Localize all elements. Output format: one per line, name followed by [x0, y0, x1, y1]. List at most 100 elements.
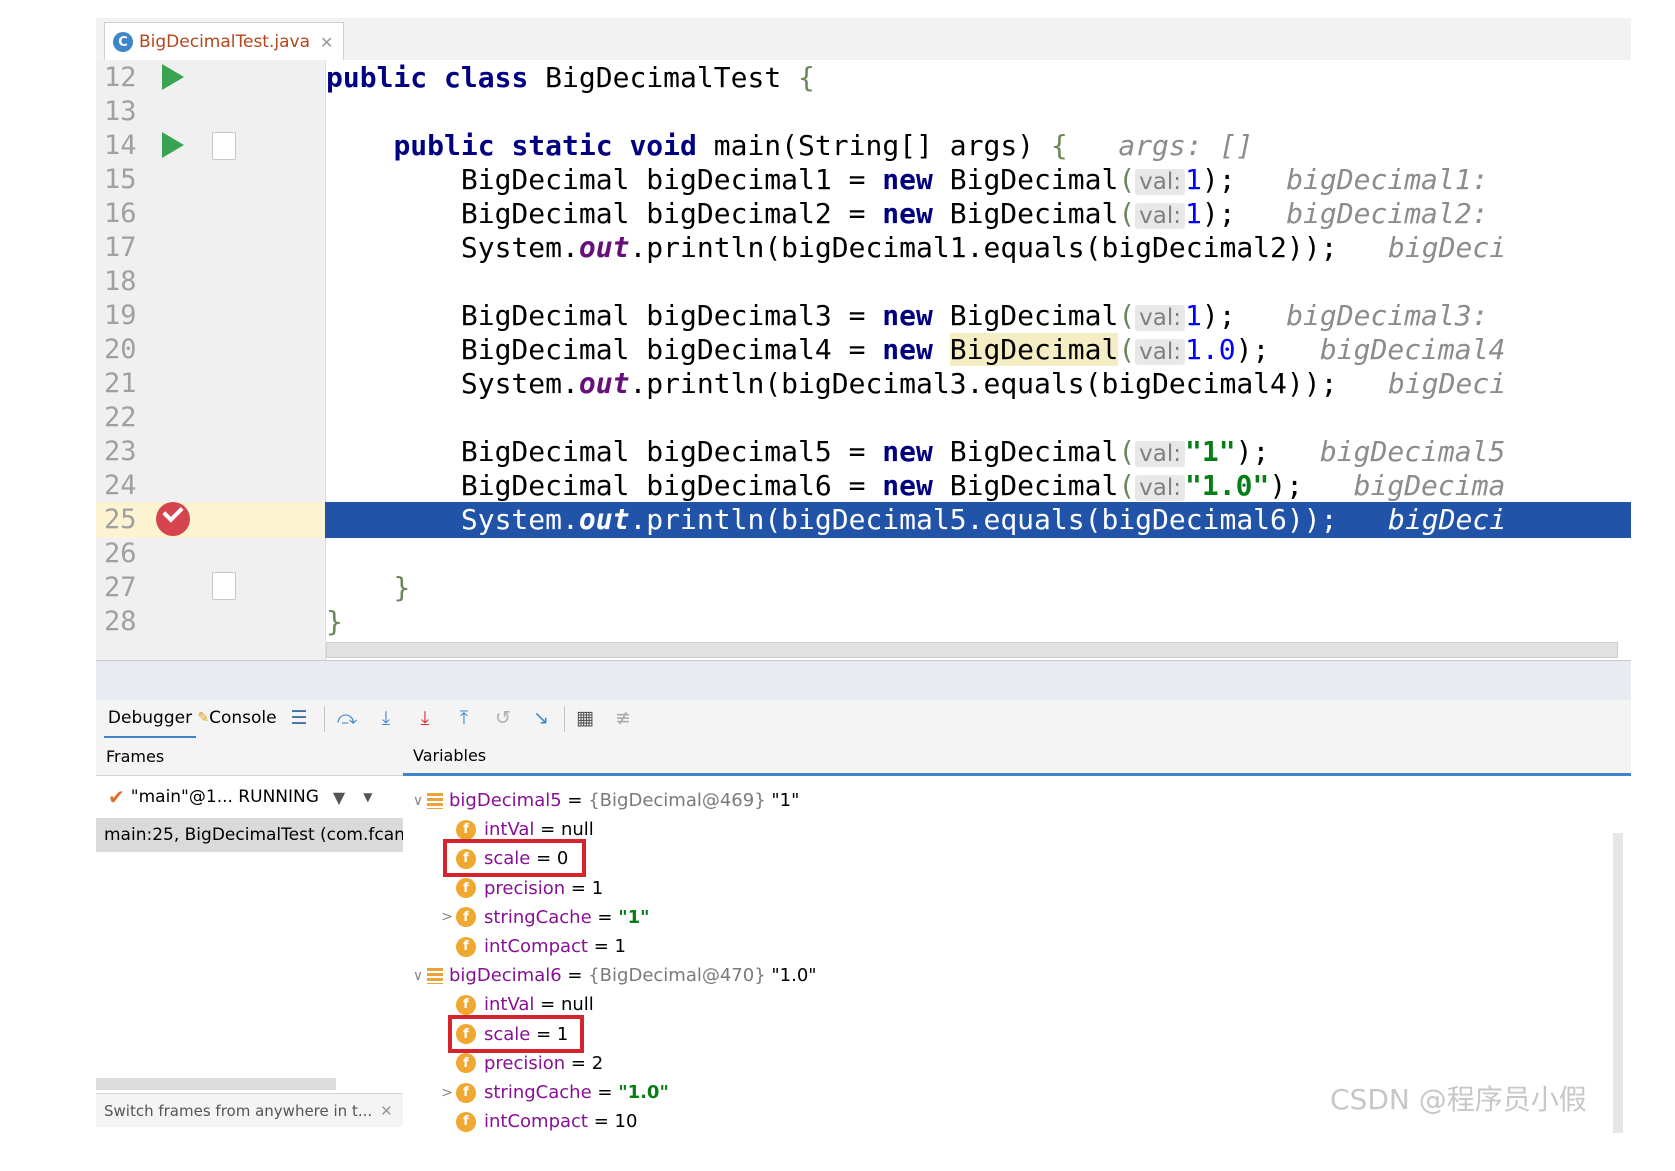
check-icon: ✔	[108, 785, 125, 809]
variable-name: bigDecimal5	[449, 790, 562, 811]
frames-scrollbar[interactable]	[96, 1078, 336, 1090]
step-out-icon[interactable]: ⤒	[453, 707, 475, 729]
code-line: 22	[96, 400, 1631, 436]
variable-value: 1	[591, 877, 604, 899]
stack-frame[interactable]: main:25, BigDecimalTest (com.fcant.t	[96, 818, 403, 852]
run-to-cursor-icon[interactable]: ↘	[530, 707, 552, 729]
keyword: class	[444, 61, 529, 94]
frames-hint: Switch frames from anywhere in t... ✕	[96, 1093, 403, 1127]
class-name: BigDecimal	[949, 163, 1119, 196]
editor-tab[interactable]: C BigDecimalTest.java ✕	[104, 22, 345, 61]
line-number: 15	[104, 164, 137, 195]
variable-name: stringCache	[484, 906, 592, 928]
step-over-icon[interactable]: ⤼	[336, 707, 358, 729]
code-text: );	[1201, 299, 1236, 332]
string-literal: "1"	[1185, 435, 1236, 468]
variable-name: intVal	[484, 819, 535, 841]
chevron-down-icon[interactable]: ∨	[409, 793, 427, 809]
param-hint: val:	[1135, 203, 1186, 229]
param-hint: val:	[1135, 169, 1186, 195]
line-number: 18	[104, 266, 137, 297]
breakpoint-icon[interactable]	[156, 502, 190, 536]
frames-panel: Frames ✔ "main"@1... RUNNING ▼ ▼ main:25…	[96, 738, 404, 1142]
brace: {	[798, 61, 815, 94]
field-icon: f	[456, 907, 476, 928]
fold-icon[interactable]	[212, 572, 236, 600]
chevron-down-icon[interactable]: ▼	[363, 790, 372, 804]
tab-debugger[interactable]: Debugger	[104, 700, 196, 739]
filter-icon[interactable]: ▼	[333, 788, 345, 807]
close-icon[interactable]: ✕	[380, 1102, 393, 1120]
frames-hint-text: Switch frames from anywhere in t...	[104, 1101, 373, 1120]
evaluate-expression-icon[interactable]: ▦	[574, 707, 596, 729]
field-icon: f	[456, 1053, 476, 1074]
editor-tab-title: BigDecimalTest.java	[139, 32, 310, 52]
menu-icon[interactable]: ☰	[288, 707, 310, 729]
param-hint: val:	[1135, 305, 1186, 331]
toolbar-divider	[564, 706, 565, 732]
force-step-into-icon[interactable]: ⤓	[414, 707, 436, 729]
run-icon[interactable]	[162, 132, 184, 158]
equals-sign: =	[591, 1082, 619, 1103]
object-reference: {BigDecimal@470}	[588, 965, 766, 987]
variable-value: null	[560, 994, 594, 1016]
editor-tab-bar: C BigDecimalTest.java ✕	[96, 18, 1631, 61]
code-line: 13	[96, 94, 1631, 130]
thread-selector[interactable]: ✔ "main"@1... RUNNING ▼ ▼	[96, 778, 403, 816]
class-name: BigDecimalTest	[545, 61, 782, 94]
chevron-right-icon[interactable]: >	[438, 909, 456, 925]
param-hint: val:	[1135, 441, 1186, 467]
field-icon: f	[456, 1082, 476, 1103]
run-icon[interactable]	[162, 64, 184, 90]
number-literal: 1	[1185, 197, 1202, 230]
chevron-right-icon[interactable]: >	[438, 1085, 456, 1101]
code-text: );	[1235, 333, 1270, 366]
trace-icon[interactable]: ≢	[612, 707, 634, 729]
code-text: .println(bigDecimal3.equals(bigDecimal4)…	[629, 367, 1338, 400]
variable-value: 10	[614, 1111, 638, 1133]
variables-scrollbar[interactable]	[1613, 833, 1623, 1133]
variable-name: intCompact	[484, 936, 588, 957]
number-literal: 1	[1185, 299, 1202, 332]
tab-console[interactable]: ✎ Console	[197, 700, 276, 736]
code-text: System.	[460, 503, 579, 536]
variable-value: "1.0"	[765, 965, 817, 987]
keyword: new	[882, 469, 933, 502]
variable-row[interactable]: f intCompact = 1	[438, 932, 626, 961]
variable-value: null	[560, 819, 594, 841]
line-number: 14	[104, 130, 137, 161]
code-line: 27 }	[96, 570, 1631, 606]
variable-row[interactable]: f precision = 1	[438, 874, 603, 903]
code-line: 24 BigDecimal bigDecimal6 = new BigDecim…	[104, 469, 1506, 502]
horizontal-scrollbar[interactable]	[326, 642, 1618, 658]
variable-row[interactable]: ∨ bigDecimal6 = {BigDecimal@470} "1.0"	[409, 961, 817, 990]
variable-name: stringCache	[484, 1082, 592, 1103]
variable-value: 2	[591, 1052, 604, 1074]
fold-icon[interactable]	[212, 132, 236, 160]
code-text: );	[1269, 469, 1304, 502]
variable-row[interactable]: > f stringCache = "1.0"	[438, 1078, 669, 1107]
variable-row[interactable]: f intCompact = 10	[438, 1107, 637, 1136]
panel-separator[interactable]	[96, 660, 1631, 702]
inline-debug-value: bigDecima	[1353, 469, 1506, 502]
static-field: out	[578, 231, 630, 264]
line-number: 23	[104, 436, 137, 467]
variable-row[interactable]: > f stringCache = "1"	[438, 903, 649, 932]
step-into-icon[interactable]: ⤓	[375, 707, 397, 729]
number-literal: 1	[1185, 163, 1202, 196]
code-editor[interactable]: 12 public class BigDecimalTest { 13 14 p…	[96, 60, 1631, 660]
drop-frame-icon[interactable]: ↺	[492, 707, 514, 729]
object-icon	[427, 792, 443, 809]
line-number: 26	[104, 538, 137, 569]
inline-debug-value: bigDecimal2:	[1286, 197, 1489, 230]
code-text: .println(bigDecimal5.equals(bigDecimal6)…	[629, 503, 1338, 536]
code-text: .println(bigDecimal1.equals(bigDecimal2)…	[629, 231, 1338, 264]
code-line: 19 BigDecimal bigDecimal3 = new BigDecim…	[104, 299, 1489, 332]
variable-row[interactable]: f precision = 2	[438, 1049, 603, 1078]
variable-row[interactable]: ∨ bigDecimal5 = {BigDecimal@469} "1"	[409, 786, 800, 815]
equals-sign: =	[588, 936, 615, 957]
close-icon[interactable]: ✕	[320, 33, 333, 52]
keyword: new	[882, 197, 933, 230]
chevron-down-icon[interactable]: ∨	[409, 968, 427, 984]
variable-name: precision	[484, 877, 566, 899]
